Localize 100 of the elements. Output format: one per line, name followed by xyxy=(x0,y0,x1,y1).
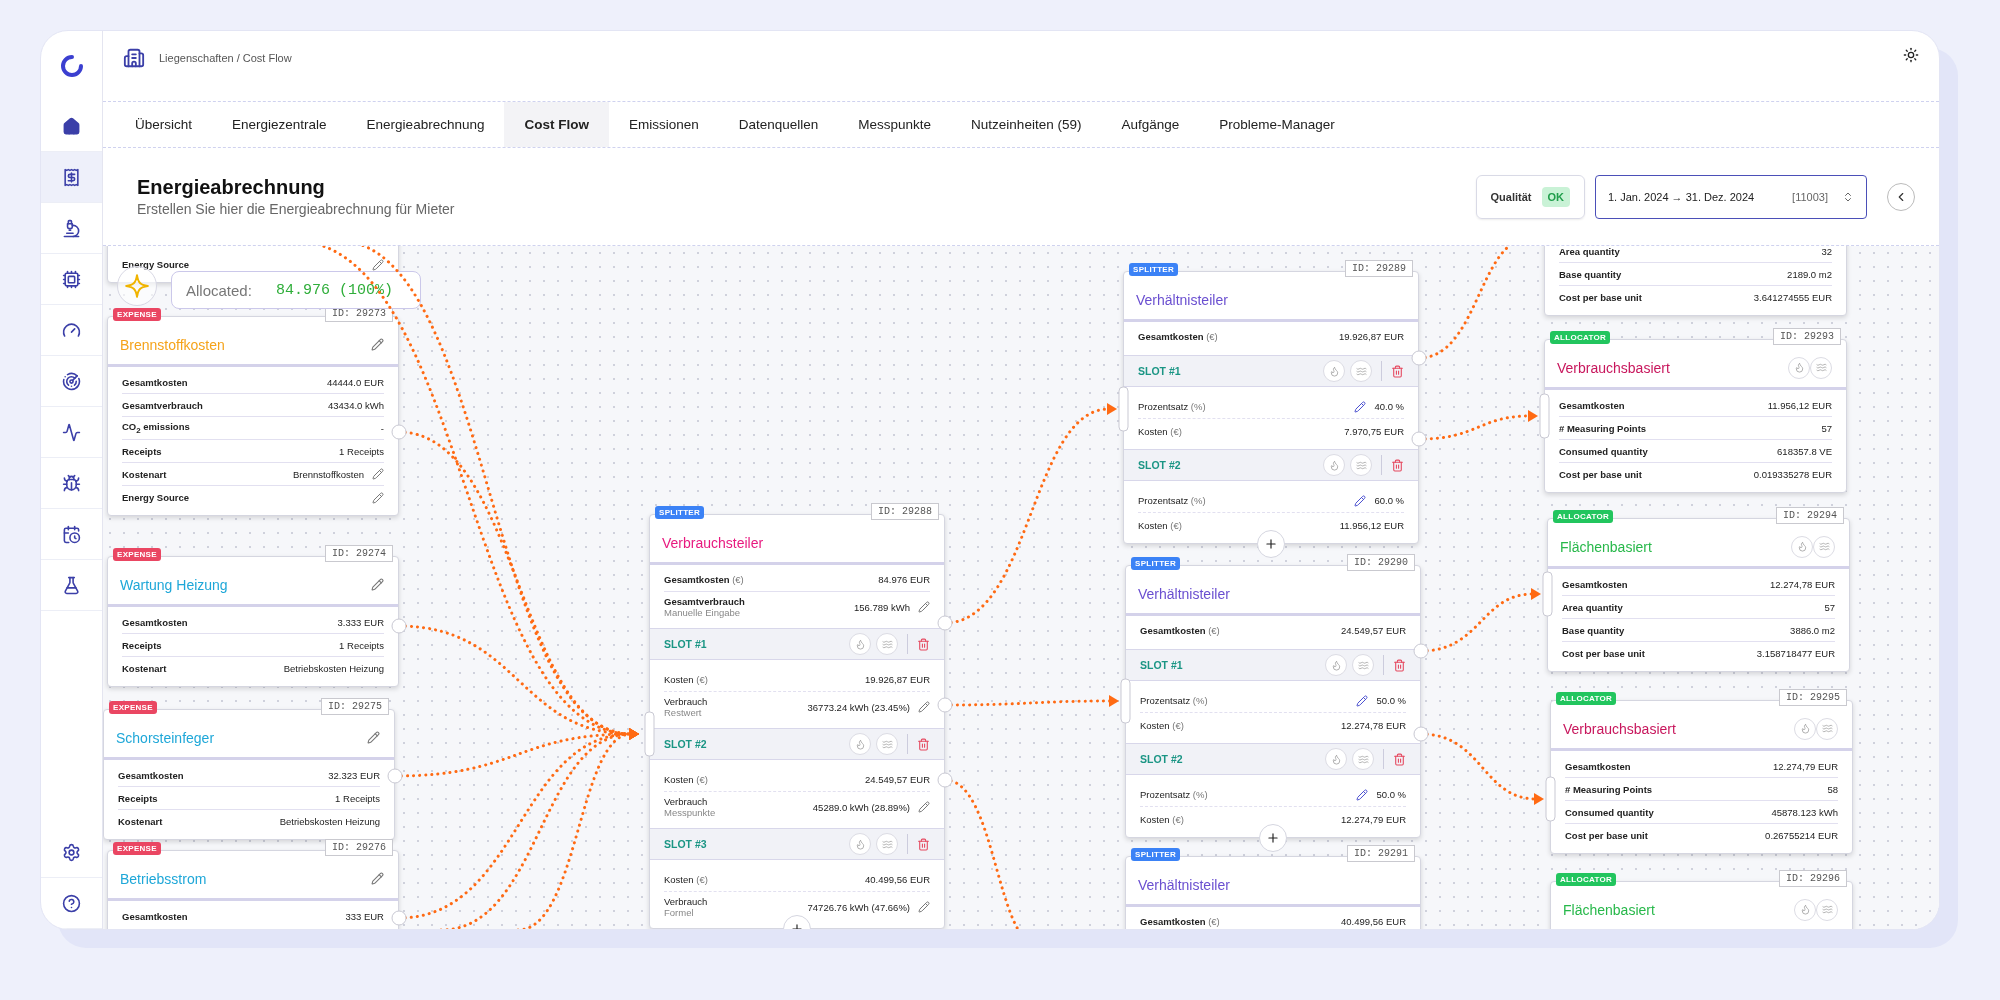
row-label: Kosten (€) xyxy=(1138,425,1183,437)
row-value: 1 Receipts xyxy=(339,639,384,651)
node-title: Flächenbasiert xyxy=(1560,538,1653,555)
row-label: Gesamtkosten (€) xyxy=(1138,331,1219,342)
row-label: Verbrauch xyxy=(664,896,709,907)
quality-label: Qualität xyxy=(1490,190,1532,203)
nav-tab[interactable]: Probleme-Manager xyxy=(1199,102,1355,147)
expense-node-card[interactable]: Wartung Heizung Gesamtkosten 3.333 EUR Receipts 1 Receipts Kostenart Betriebskosten Heizung xyxy=(107,556,399,687)
row-value: 19.926,87 EUR xyxy=(865,674,930,685)
row-value: 50.0 % xyxy=(1376,789,1406,800)
row-label: Base quantity xyxy=(1559,268,1623,280)
row-value: 11.956,12 EUR xyxy=(1339,519,1404,531)
nav-tab[interactable]: Aufgänge xyxy=(1101,102,1200,147)
slot-name: SLOT #3 xyxy=(664,838,708,850)
row-label: Gesamtkosten xyxy=(118,769,185,781)
row-value: 333 EUR xyxy=(345,911,384,922)
node-title: Wartung Heizung xyxy=(120,576,229,593)
row-value: 50.0 % xyxy=(1376,695,1406,706)
row-value: 57 xyxy=(1821,422,1832,434)
breadcrumb: Liegenschaften / Cost Flow xyxy=(159,52,293,64)
allocator-node-card[interactable]: Area quantity 32 Base quantity 2189.0 m2 Cost per base unit 3.641274555 EUR xyxy=(1544,246,1847,316)
splitter-node-card[interactable]: Verhältnisteiler Gesamtkosten (€) 24.549,57 EUR SLOT #1 Prozentsatz (%) 50.0 % Kosten (€) 12.274,78 EUR SLOT #2 Prozentsatz (%) 50.0 % Kosten (€) 12.274,79 EUR xyxy=(1125,565,1421,838)
row-label: Area quantity xyxy=(1562,601,1624,613)
node-type-badge: SPLITTER xyxy=(1129,263,1179,276)
row-label: Consumed quantity xyxy=(1559,445,1649,457)
splitter-node-card[interactable]: Verhältnisteiler Gesamtkosten (€) 40.499,56 EUR xyxy=(1125,856,1421,929)
node-id-tag: ID: 29290 xyxy=(1347,554,1415,571)
row-value: 58 xyxy=(1827,783,1838,795)
row-label: Gesamtkosten xyxy=(122,616,189,628)
row-value: 3.641274555 EUR xyxy=(1753,292,1832,303)
expense-node-card[interactable]: Schorsteinfeger Gesamtkosten 32.323 EUR Receipts 1 Receipts Kostenart Betriebskosten Heizung xyxy=(103,709,395,840)
row-value: 618357.8 VE xyxy=(1777,445,1832,457)
expense-node-card[interactable]: Brennstoffkosten Gesamtkosten 44444.0 EUR Gesamtverbrauch 43434.0 kWh CO$_{2}$ emissions - Receipts 1 Receipts Kostenart Brennstoffkosten Energy Source xyxy=(107,316,399,516)
row-label: Kosten (€) xyxy=(1140,719,1185,731)
node-type-badge: ALLOCATOR xyxy=(1556,873,1617,886)
slot-name: SLOT #2 xyxy=(1138,459,1182,471)
row-label: Gesamtverbrauch xyxy=(664,596,746,607)
row-value: 3.158718477 EUR xyxy=(1756,648,1835,659)
row-label: CO$_{2}$ emissions xyxy=(122,421,191,435)
quality-button[interactable]: Qualität OK xyxy=(1475,174,1585,219)
node-type-badge: ALLOCATOR xyxy=(1553,510,1614,523)
node-type-badge: EXPENSE xyxy=(109,701,157,714)
row-value: 156.789 kWh xyxy=(854,601,910,613)
allocator-node-card[interactable]: Flächenbasiert Gesamtkosten 12.274,78 EUR Area quantity 57 Base quantity 3886.0 m2 Cost per base unit 3.158718477 EUR xyxy=(1547,518,1850,672)
row-label: Kostenart xyxy=(118,816,164,827)
row-label: Area quantity xyxy=(1559,246,1621,257)
expense-node-card[interactable]: Betriebsstrom Gesamtkosten 333 EUR xyxy=(107,850,399,929)
slot-name: SLOT #2 xyxy=(664,738,708,750)
row-value: 74726.76 kWh (47.66%) xyxy=(807,901,910,913)
row-value: 3886.0 m2 xyxy=(1790,624,1835,636)
nav-tab[interactable]: Energiezentrale xyxy=(212,102,347,147)
row-sublabel: Manuelle Eingabe xyxy=(664,607,742,618)
allocator-node-card[interactable]: Verbrauchsbasiert Gesamtkosten 12.274,79 EUR # Measuring Points 58 Consumed quantity 45878.123 kWh Cost per base unit 0.26755214 EUR xyxy=(1550,700,1853,854)
row-label: Base quantity xyxy=(1562,624,1626,636)
row-value: 45878.123 kWh xyxy=(1771,806,1838,818)
row-label: Energy Source xyxy=(122,492,191,503)
date-range-select[interactable]: 1. Jan. 2024 → 31. Dez. 2024 [11003] xyxy=(1595,174,1867,219)
row-label: Cost per base unit xyxy=(1559,292,1643,303)
row-label: Cost per base unit xyxy=(1565,830,1649,841)
node-title: Verhältnisteiler xyxy=(1136,291,1229,308)
row-sublabel: Formel xyxy=(664,907,695,918)
nav-tab[interactable]: Übersicht xyxy=(115,102,213,147)
row-sublabel: Messpunkte xyxy=(664,807,717,818)
row-value: 32 xyxy=(1821,246,1832,257)
row-value: 36773.24 kWh (23.45%) xyxy=(807,701,910,713)
row-label: Receipts xyxy=(122,639,163,651)
row-label: Kosten (€) xyxy=(1140,813,1185,825)
allocated-value: 84.976 (100%) xyxy=(275,281,393,299)
row-value: 40.499,56 EUR xyxy=(865,874,930,885)
nav-tab[interactable]: Emissionen xyxy=(608,102,719,147)
nav-tab[interactable]: Energieabrechnung xyxy=(346,102,505,147)
node-id-tag: ID: 29296 xyxy=(1779,870,1847,887)
nav-tab[interactable]: Nutzeinheiten (59) xyxy=(951,102,1102,147)
row-label: Prozentsatz (%) xyxy=(1140,789,1209,800)
nav-tab[interactable]: Datenquellen xyxy=(718,102,839,147)
row-value: 24.549,57 EUR xyxy=(865,774,930,785)
row-label: Gesamtverbrauch xyxy=(122,399,204,411)
quality-status: OK xyxy=(1541,186,1570,207)
slot-name: SLOT #1 xyxy=(1138,365,1182,377)
nav-tab[interactable]: Cost Flow xyxy=(504,102,609,147)
row-label: Gesamtkosten (€) xyxy=(1140,916,1221,927)
row-label: Kosten (€) xyxy=(1138,519,1183,531)
row-value: 84.976 EUR xyxy=(878,573,930,585)
nav-tab[interactable]: Messpunkte xyxy=(838,102,952,147)
node-id-tag: ID: 29275 xyxy=(321,698,389,715)
node-title: Schorsteinfeger xyxy=(116,729,216,746)
row-label: Energy Source xyxy=(122,259,191,270)
row-label: Verbrauch xyxy=(664,796,709,807)
row-label: Prozentsatz (%) xyxy=(1140,695,1209,706)
row-label: Verbrauch xyxy=(664,696,709,707)
allocator-node-card[interactable]: Verbrauchsbasiert Gesamtkosten 11.956,12 EUR # Measuring Points 57 Consumed quantity 618357.8 VE Cost per base unit 0.019335278 EUR xyxy=(1544,339,1847,493)
splitter-node-card[interactable]: Verhältnisteiler Gesamtkosten (€) 19.926,87 EUR SLOT #1 Prozentsatz (%) 40.0 % Kosten (€) 7.970,75 EUR SLOT #2 Prozentsatz (%) 60.0 % Kosten (€) 11.956,12 EUR xyxy=(1123,271,1419,544)
row-value: 3.333 EUR xyxy=(337,616,384,628)
row-label: Prozentsatz (%) xyxy=(1138,401,1207,412)
row-value: Betriebskosten Heizung xyxy=(283,663,384,674)
row-value: 24.549,57 EUR xyxy=(1341,625,1406,636)
node-title: Flächenbasiert xyxy=(1563,901,1656,918)
row-value: 40.0 % xyxy=(1374,401,1404,412)
node-type-badge: ALLOCATOR xyxy=(1550,331,1611,344)
node-id-tag: ID: 29295 xyxy=(1779,689,1847,706)
